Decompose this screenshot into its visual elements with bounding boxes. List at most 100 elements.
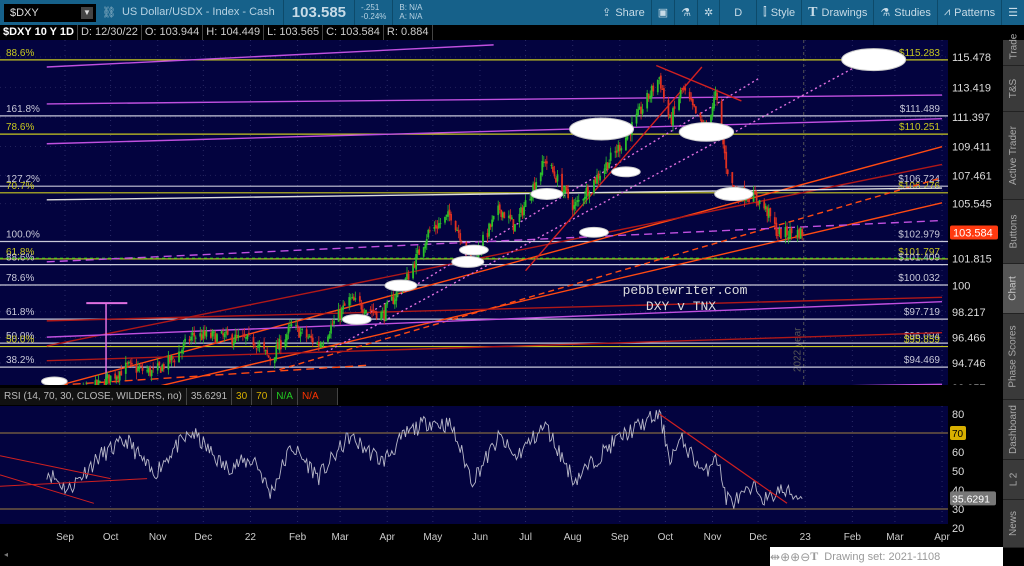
side-tab-label: L 2 bbox=[1008, 472, 1019, 487]
fib-level-price: $95.859 bbox=[904, 335, 941, 346]
drawing-set-label[interactable]: Drawing set: 2021-1108 bbox=[824, 551, 940, 563]
drawing-tools: ⇹ ⊕ ⊕ ⊖ T Drawing set: 2021-1108 bbox=[770, 547, 1003, 566]
candle-body bbox=[492, 215, 495, 220]
price-chart[interactable]: 2022 year88.6% $115.283161.8% $111.48978.6… bbox=[0, 0, 1024, 566]
candle-body bbox=[672, 108, 674, 126]
alert-button[interactable]: ▣ bbox=[652, 0, 676, 25]
candle-body bbox=[380, 312, 383, 320]
candle-body bbox=[620, 148, 623, 151]
fib-level-price: $110.251 bbox=[899, 122, 940, 133]
annotation-ellipse bbox=[841, 48, 907, 72]
rsi-value-badge-label: 35.6291 bbox=[952, 493, 990, 505]
candle-body bbox=[603, 168, 606, 175]
candle-body bbox=[444, 216, 446, 223]
symbol-description: US Dollar/USDX - Index - Cash bbox=[122, 0, 284, 25]
side-tab-phase-scores[interactable]: Phase Scores bbox=[1003, 314, 1024, 400]
period-button[interactable]: D bbox=[720, 0, 758, 25]
candle-body bbox=[255, 348, 258, 350]
zoom-out-icon[interactable]: ⊖ bbox=[800, 550, 810, 564]
rsi-overbought: 70 bbox=[252, 388, 273, 405]
price-axis-label: 98.217 bbox=[952, 307, 986, 319]
time-axis-label: 23 bbox=[800, 532, 812, 543]
share-button[interactable]: ⇪ Share bbox=[596, 0, 652, 25]
link-icon[interactable]: ⛓ bbox=[102, 6, 116, 19]
candle-body bbox=[755, 193, 758, 201]
candle-body bbox=[237, 335, 240, 339]
candle-body bbox=[220, 331, 223, 334]
candle-body bbox=[684, 87, 687, 91]
candle-body bbox=[246, 334, 249, 340]
time-axis-label: Apr bbox=[379, 532, 395, 543]
candle-body bbox=[550, 164, 553, 166]
crosshair-icon[interactable]: ⊕ bbox=[780, 550, 790, 564]
current-price-label: 103.584 bbox=[953, 228, 993, 240]
candle-body bbox=[599, 175, 601, 181]
side-tab-chart[interactable]: Chart bbox=[1003, 264, 1024, 314]
side-tab-news[interactable]: News bbox=[1003, 500, 1024, 548]
candle-body bbox=[331, 323, 334, 325]
candle-body bbox=[226, 330, 229, 335]
menu-button[interactable]: ☰ bbox=[1002, 0, 1024, 25]
price-axis-label: 101.815 bbox=[952, 254, 992, 266]
low-value: L: 103.565 bbox=[264, 25, 324, 40]
rsi-na-down: N/A bbox=[298, 388, 338, 405]
time-axis-label: Mar bbox=[886, 532, 904, 543]
rsi-axis-label: 30 bbox=[952, 504, 964, 516]
candle-body bbox=[577, 199, 580, 202]
candle-body bbox=[172, 357, 174, 359]
side-tab-trade[interactable]: Trade bbox=[1003, 28, 1024, 66]
side-tab-label: Chart bbox=[1008, 276, 1020, 301]
fib-level-price: $111.489 bbox=[900, 104, 941, 115]
price-axis-label: 115.478 bbox=[952, 52, 991, 64]
candle-body bbox=[252, 336, 255, 346]
rsi-header[interactable]: RSI (14, 70, 30, CLOSE, WILDERS, no) 35.… bbox=[0, 388, 338, 405]
settings-button[interactable]: ✲ bbox=[698, 0, 721, 25]
open-value: O: 103.944 bbox=[142, 25, 204, 40]
chevron-down-icon[interactable]: ▼ bbox=[81, 6, 93, 19]
candle-body bbox=[641, 109, 644, 114]
candle-body bbox=[194, 337, 197, 339]
candle-body bbox=[801, 229, 804, 236]
candle-body bbox=[193, 332, 196, 337]
candle-body bbox=[173, 360, 176, 363]
text-icon[interactable]: T bbox=[810, 549, 818, 564]
candle-body bbox=[343, 303, 346, 306]
time-axis-label: Aug bbox=[564, 532, 582, 543]
annotation-ellipse bbox=[678, 122, 735, 142]
side-tab-l-2[interactable]: L 2 bbox=[1003, 460, 1024, 500]
time-axis-label: Feb bbox=[844, 532, 862, 543]
candle-body bbox=[182, 343, 185, 349]
time-axis-label: Sep bbox=[56, 532, 74, 543]
side-tab-t-s[interactable]: T&S bbox=[1003, 66, 1024, 112]
style-button[interactable]: ⫿ Style bbox=[757, 0, 803, 25]
candle-body bbox=[716, 92, 718, 100]
candle-body bbox=[286, 334, 288, 341]
candle-body bbox=[162, 364, 165, 370]
chart-title: $DXY 10 Y 1D bbox=[0, 25, 78, 40]
pan-icon[interactable]: ⇹ bbox=[770, 550, 780, 564]
candle-body bbox=[178, 351, 180, 363]
side-tab-dashboard[interactable]: Dashboard bbox=[1003, 400, 1024, 460]
candle-body bbox=[290, 324, 293, 326]
price-axis-label: 111.397 bbox=[952, 112, 990, 124]
flask-button[interactable]: ⚗ bbox=[675, 0, 698, 25]
candle-body bbox=[141, 367, 144, 371]
studies-button[interactable]: ⚗ Studies bbox=[874, 0, 938, 25]
side-tab-buttons[interactable]: Buttons bbox=[1003, 200, 1024, 264]
price-axis-label: 96.466 bbox=[952, 333, 986, 345]
candle-body bbox=[140, 365, 142, 367]
high-value: H: 104.449 bbox=[203, 25, 265, 40]
candle-body bbox=[652, 85, 655, 92]
candle-body bbox=[790, 228, 793, 234]
patterns-button[interactable]: ⩘ Patterns bbox=[938, 0, 1003, 25]
share-label: Share bbox=[615, 6, 645, 19]
candle-body bbox=[673, 106, 676, 109]
candle-body bbox=[491, 219, 494, 227]
side-tab-active-trader[interactable]: Active Trader bbox=[1003, 112, 1024, 200]
fib-level-price: $97.719 bbox=[904, 307, 941, 318]
drawings-button[interactable]: T Drawings bbox=[802, 0, 875, 25]
candle-body bbox=[109, 375, 112, 382]
side-tabs: Trade T&S Active Trader Buttons Chart Phase S… bbox=[1003, 34, 1024, 548]
zoom-in-icon[interactable]: ⊕ bbox=[790, 550, 800, 564]
symbol-input[interactable]: $DXY ▼ bbox=[4, 3, 96, 22]
